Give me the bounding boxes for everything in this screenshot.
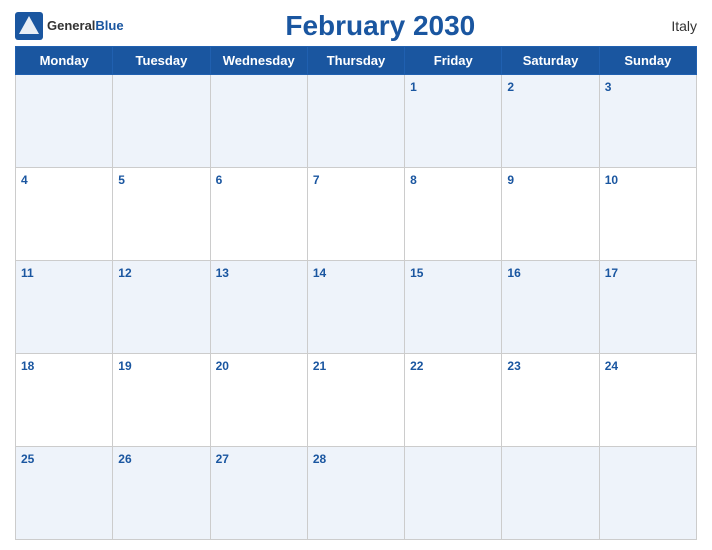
weekday-tuesday: Tuesday (113, 47, 210, 75)
day-number-27: 27 (216, 452, 229, 466)
weekday-thursday: Thursday (307, 47, 404, 75)
day-number-28: 28 (313, 452, 326, 466)
day-number-3: 3 (605, 80, 612, 94)
calendar-cell-w5d7 (599, 447, 696, 540)
calendar-cell-w4d1: 18 (16, 354, 113, 447)
calendar-cell-w2d3: 6 (210, 168, 307, 261)
calendar-cell-w3d5: 15 (405, 261, 502, 354)
calendar-cell-w1d7: 3 (599, 75, 696, 168)
calendar-cell-w2d4: 7 (307, 168, 404, 261)
calendar-cell-w5d2: 26 (113, 447, 210, 540)
day-number-16: 16 (507, 266, 520, 280)
weekday-header-row: Monday Tuesday Wednesday Thursday Friday… (16, 47, 697, 75)
weekday-friday: Friday (405, 47, 502, 75)
week-row-1: 1 2 3 (16, 75, 697, 168)
logo-blue: Blue (95, 18, 123, 33)
calendar-cell-w4d2: 19 (113, 354, 210, 447)
day-number-7: 7 (313, 173, 320, 187)
day-number-23: 23 (507, 359, 520, 373)
day-number-13: 13 (216, 266, 229, 280)
week-row-3: 11 12 13 14 15 16 17 (16, 261, 697, 354)
calendar-cell-w4d3: 20 (210, 354, 307, 447)
day-number-11: 11 (21, 266, 34, 280)
day-number-19: 19 (118, 359, 131, 373)
weekday-saturday: Saturday (502, 47, 599, 75)
logo-general: General (47, 18, 95, 33)
week-row-2: 4 5 6 7 8 9 10 (16, 168, 697, 261)
day-number-10: 10 (605, 173, 618, 187)
calendar-cell-w5d3: 27 (210, 447, 307, 540)
day-number-21: 21 (313, 359, 326, 373)
calendar-cell-w3d2: 12 (113, 261, 210, 354)
calendar-cell-w1d4 (307, 75, 404, 168)
day-number-6: 6 (216, 173, 223, 187)
day-number-25: 25 (21, 452, 34, 466)
day-number-4: 4 (21, 173, 28, 187)
calendar-cell-w5d5 (405, 447, 502, 540)
logo: GeneralBlue (15, 12, 124, 40)
calendar-cell-w1d2 (113, 75, 210, 168)
calendar-cell-w3d3: 13 (210, 261, 307, 354)
calendar-cell-w4d5: 22 (405, 354, 502, 447)
day-number-26: 26 (118, 452, 131, 466)
day-number-18: 18 (21, 359, 34, 373)
calendar-cell-w2d2: 5 (113, 168, 210, 261)
calendar-cell-w1d6: 2 (502, 75, 599, 168)
logo-text: GeneralBlue (47, 17, 124, 35)
day-number-2: 2 (507, 80, 514, 94)
calendar-cell-w2d7: 10 (599, 168, 696, 261)
calendar-cell-w4d4: 21 (307, 354, 404, 447)
day-number-14: 14 (313, 266, 326, 280)
calendar-cell-w2d1: 4 (16, 168, 113, 261)
day-number-15: 15 (410, 266, 423, 280)
week-row-5: 25 26 27 28 (16, 447, 697, 540)
generalblue-logo-icon (15, 12, 43, 40)
week-row-4: 18 19 20 21 22 23 24 (16, 354, 697, 447)
calendar-title: February 2030 (124, 10, 637, 42)
calendar-cell-w5d4: 28 (307, 447, 404, 540)
calendar-cell-w4d6: 23 (502, 354, 599, 447)
calendar-cell-w4d7: 24 (599, 354, 696, 447)
day-number-22: 22 (410, 359, 423, 373)
calendar-cell-w1d3 (210, 75, 307, 168)
day-number-17: 17 (605, 266, 618, 280)
weekday-wednesday: Wednesday (210, 47, 307, 75)
day-number-12: 12 (118, 266, 131, 280)
calendar-cell-w1d5: 1 (405, 75, 502, 168)
day-number-5: 5 (118, 173, 125, 187)
day-number-24: 24 (605, 359, 618, 373)
calendar-table: Monday Tuesday Wednesday Thursday Friday… (15, 46, 697, 540)
weekday-monday: Monday (16, 47, 113, 75)
calendar-cell-w5d6 (502, 447, 599, 540)
calendar-cell-w3d6: 16 (502, 261, 599, 354)
calendar-cell-w2d6: 9 (502, 168, 599, 261)
day-number-9: 9 (507, 173, 514, 187)
calendar-cell-w3d1: 11 (16, 261, 113, 354)
country-label: Italy (637, 18, 697, 34)
day-number-8: 8 (410, 173, 417, 187)
weekday-sunday: Sunday (599, 47, 696, 75)
day-number-1: 1 (410, 80, 417, 94)
calendar-cell-w2d5: 8 (405, 168, 502, 261)
calendar-cell-w3d7: 17 (599, 261, 696, 354)
calendar-cell-w3d4: 14 (307, 261, 404, 354)
calendar-cell-w5d1: 25 (16, 447, 113, 540)
calendar-cell-w1d1 (16, 75, 113, 168)
day-number-20: 20 (216, 359, 229, 373)
top-bar: GeneralBlue February 2030 Italy (15, 10, 697, 42)
